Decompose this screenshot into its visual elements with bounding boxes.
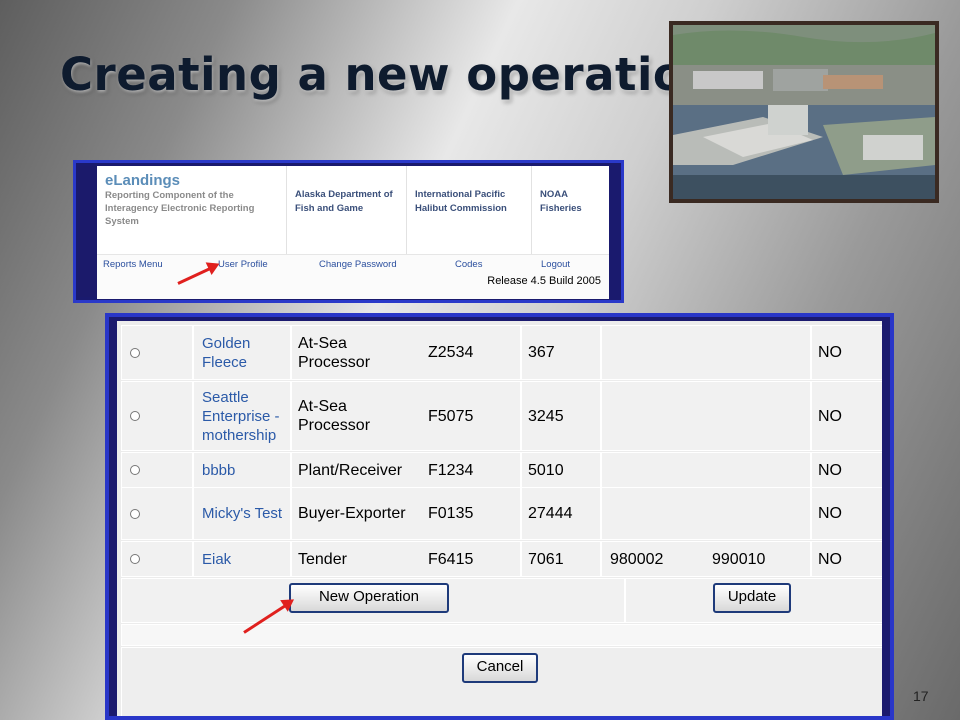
header-nav: Reports Menu User Profile Change Passwor… (97, 254, 609, 299)
operation-flag: NO (818, 550, 842, 568)
agency-adfg[interactable]: Alaska Department of Fish and Game (287, 166, 407, 254)
operations-panel: Golden Fleece At-Sea Processor Z2534 367… (105, 313, 894, 720)
row-radio[interactable] (130, 465, 140, 475)
harbor-photo-frame (669, 21, 939, 203)
operation-code: Z2534 (428, 344, 474, 361)
operation-name-link[interactable]: Eiak (202, 550, 231, 569)
operation-code: F6415 (428, 550, 474, 568)
operation-type: At-Sea Processor (298, 334, 371, 371)
operation-name-link[interactable]: Golden Fleece (202, 334, 286, 372)
operation-flag: NO (818, 407, 842, 425)
table-row: Eiak Tender F6415 7061 980002 990010 NO (121, 541, 882, 577)
operation-col5 (610, 382, 700, 450)
operation-name-link[interactable]: Micky's Test (202, 504, 282, 523)
operation-col6: 990010 (712, 550, 766, 568)
agency-iphc[interactable]: International Pacific Halibut Commission (407, 166, 532, 254)
nav-user-profile[interactable]: User Profile (218, 259, 268, 270)
nav-change-password[interactable]: Change Password (319, 259, 397, 270)
operation-type: At-Sea Processor (298, 398, 371, 434)
table-row: Micky's Test Buyer-Exporter F0135 27444 … (121, 488, 882, 540)
operation-code: F5075 (428, 407, 474, 425)
brand-block: eLandings Reporting Component of the Int… (97, 166, 287, 254)
row-radio[interactable] (130, 347, 140, 358)
operation-name-link[interactable]: Seattle Enterprise - mothership (202, 388, 286, 445)
operation-number: 367 (528, 344, 555, 361)
nav-reports-menu[interactable]: Reports Menu (103, 259, 163, 270)
operation-flag: NO (818, 505, 842, 522)
slide-title: Creating a new operation (60, 48, 717, 101)
row-radio[interactable] (130, 411, 140, 421)
operation-name-link[interactable]: bbbb (202, 461, 235, 480)
operation-col6 (712, 488, 802, 539)
operation-type: Plant/Receiver (298, 461, 403, 479)
operation-type: Tender (298, 550, 347, 568)
table-row: Seattle Enterprise - mothership At-Sea P… (121, 381, 882, 451)
operation-number: 27444 (528, 505, 573, 522)
operation-number: 3245 (528, 407, 564, 425)
nav-logout[interactable]: Logout (541, 259, 570, 270)
release-info: Release 4.5 Build 2005 (487, 275, 601, 287)
operation-col5 (610, 326, 700, 379)
elandings-header-panel: eLandings Reporting Component of the Int… (73, 160, 624, 303)
operation-code: F0135 (428, 505, 474, 522)
operation-code: F1234 (428, 461, 474, 479)
cancel-button[interactable]: Cancel (462, 653, 538, 683)
operation-col6 (712, 382, 802, 450)
row-radio[interactable] (130, 508, 140, 519)
operation-type: Buyer-Exporter (298, 505, 406, 522)
operation-flag: NO (818, 461, 842, 479)
harbor-photo (673, 25, 935, 199)
operation-col5 (610, 488, 700, 539)
operation-number: 7061 (528, 550, 564, 568)
table-row: bbbb Plant/Receiver F1234 5010 NO (121, 452, 882, 488)
header-content: eLandings Reporting Component of the Int… (79, 166, 609, 299)
brand-description: Reporting Component of the Interagency E… (105, 190, 255, 227)
agency-noaa[interactable]: NOAA Fisheries (532, 166, 592, 254)
update-button[interactable]: Update (713, 583, 791, 613)
operations-table: Golden Fleece At-Sea Processor Z2534 367… (117, 321, 882, 716)
harbor-illustration (673, 25, 935, 199)
operation-col5 (610, 453, 700, 487)
operation-number: 5010 (528, 461, 564, 479)
page-number: 17 (913, 688, 929, 704)
new-operation-button[interactable]: New Operation (289, 583, 449, 613)
spacer-row (121, 624, 882, 646)
nav-codes[interactable]: Codes (455, 259, 482, 270)
operation-flag: NO (818, 344, 842, 361)
operation-col6 (712, 453, 802, 487)
row-radio[interactable] (130, 554, 140, 564)
table-row: Golden Fleece At-Sea Processor Z2534 367… (121, 325, 882, 380)
brand-name: eLandings (105, 172, 181, 189)
operation-col6 (712, 326, 802, 379)
operation-col5: 980002 (610, 550, 664, 568)
